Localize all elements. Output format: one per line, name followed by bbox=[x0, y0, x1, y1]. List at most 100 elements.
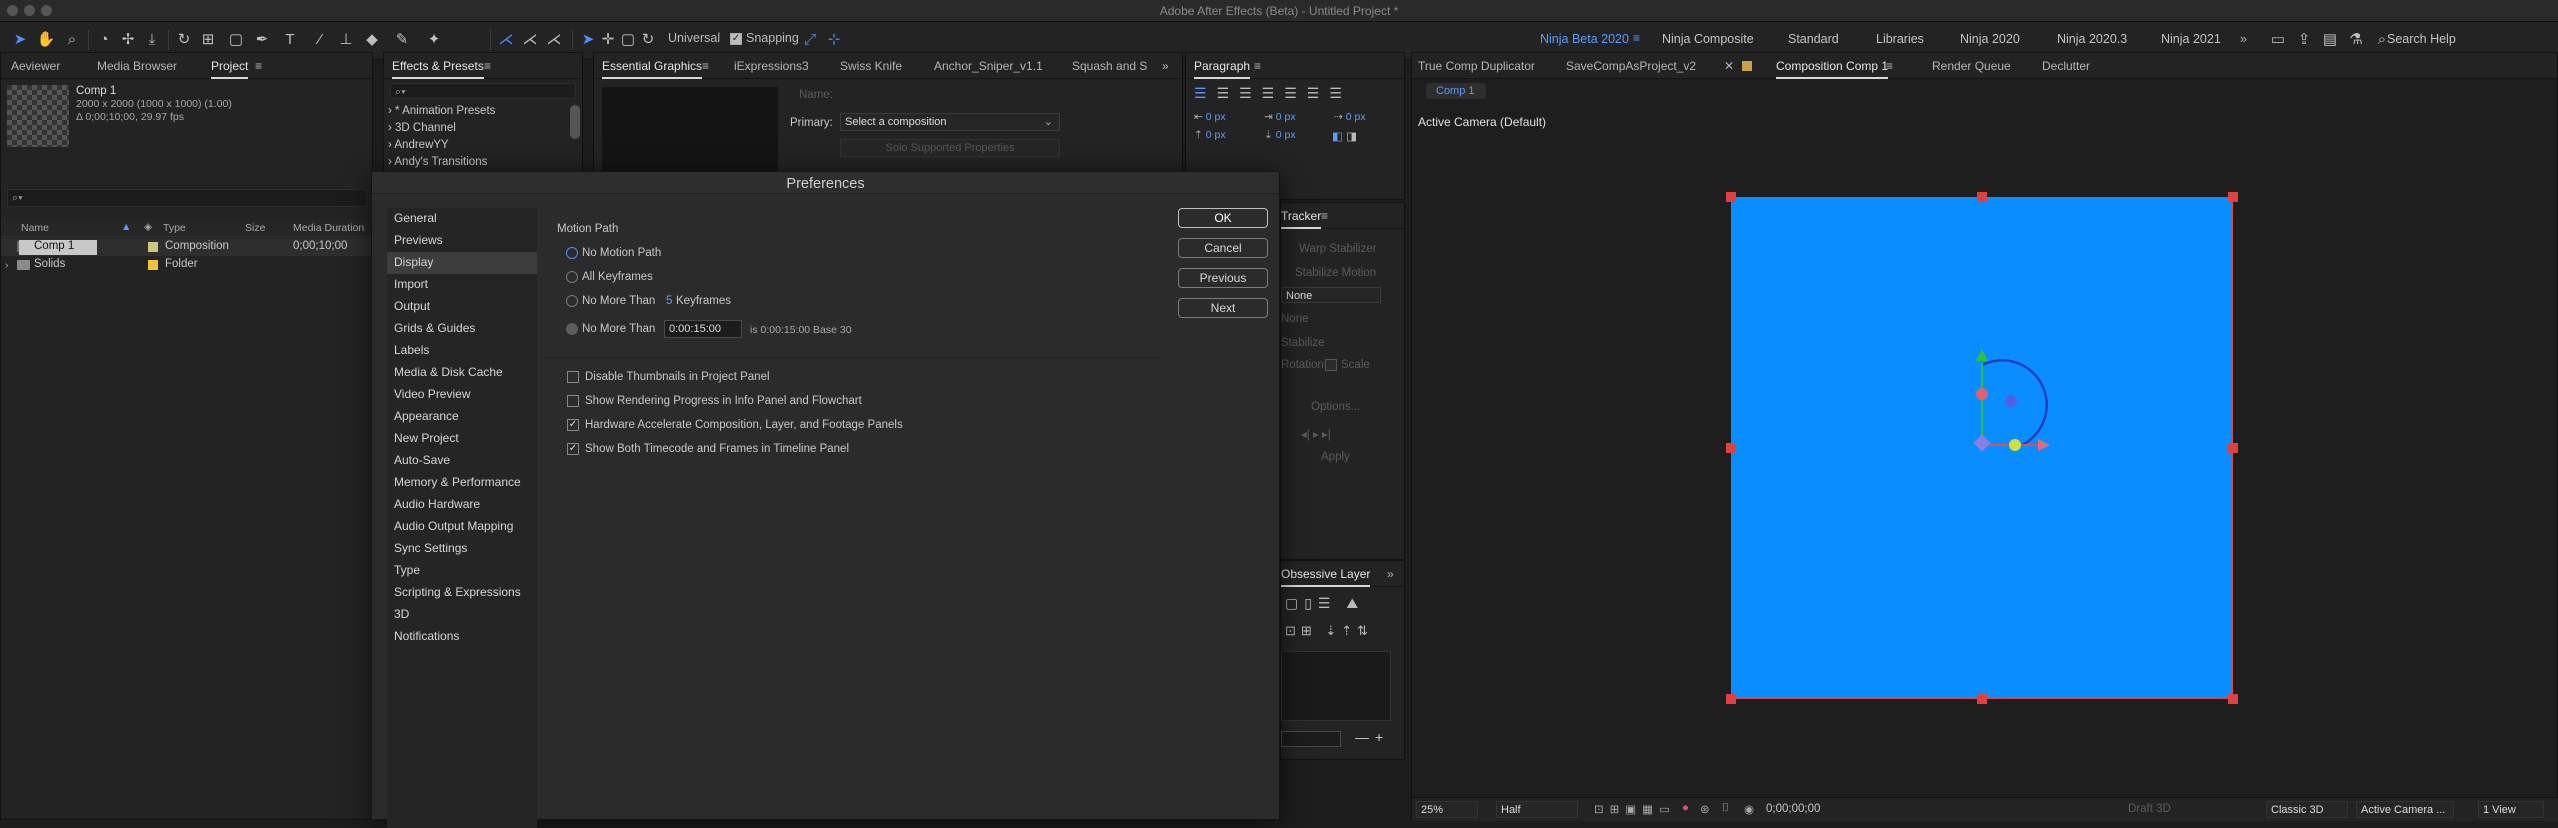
transform-handle[interactable] bbox=[1726, 694, 1736, 704]
workspace-ninja-beta-2020[interactable]: Ninja Beta 2020 bbox=[1540, 32, 1629, 46]
track-source-select[interactable]: None bbox=[1281, 287, 1381, 303]
remove-icon[interactable]: — bbox=[1355, 729, 1369, 745]
pen-tool-icon[interactable]: ✒ bbox=[252, 30, 272, 50]
scale-checkbox[interactable] bbox=[1325, 359, 1337, 371]
radio-no-more-than-time[interactable] bbox=[566, 323, 578, 335]
current-track-select[interactable]: None bbox=[1281, 313, 1309, 325]
obsessive-tools-row1[interactable]: ▢▯☰ ⛰ bbox=[1285, 595, 1364, 612]
tab-true-comp-duplicator[interactable]: True Comp Duplicator bbox=[1418, 59, 1535, 73]
snap-edges-icon[interactable]: ⤢ bbox=[800, 30, 820, 50]
paragraph-menu-icon[interactable]: ≡ bbox=[1254, 59, 1261, 73]
active-camera-select[interactable]: Active Camera ... bbox=[2356, 801, 2454, 818]
obsessive-layer-list[interactable] bbox=[1281, 651, 1391, 721]
category-video-preview[interactable]: Video Preview bbox=[387, 384, 537, 406]
tab-aeviewer[interactable]: Aeviewer bbox=[11, 59, 60, 73]
panel-overflow-icon[interactable]: » bbox=[1387, 567, 1394, 581]
cancel-button[interactable]: Cancel bbox=[1178, 238, 1268, 258]
essential-graphics-menu-icon[interactable]: ≡ bbox=[702, 59, 709, 73]
column-media-duration[interactable]: Media Duration bbox=[293, 222, 364, 234]
3d-axis-gizmo-icon[interactable] bbox=[1952, 333, 2062, 463]
zoom-tool-icon[interactable]: ⌕ bbox=[62, 30, 82, 50]
checkbox-hardware-accelerate[interactable]: ✓ bbox=[567, 419, 579, 431]
tab-render-queue[interactable]: Render Queue bbox=[1932, 59, 2011, 73]
indent-first-line-field[interactable]: ⇢ 0 px bbox=[1334, 111, 1366, 123]
workspace-menu-icon[interactable]: ≡ bbox=[1633, 31, 1640, 45]
category-notifications[interactable]: Notifications bbox=[387, 626, 537, 648]
tab-media-browser[interactable]: Media Browser bbox=[97, 59, 177, 73]
scrollbar[interactable] bbox=[570, 105, 580, 139]
workspace-ninja-2021[interactable]: Ninja 2021 bbox=[2161, 32, 2221, 46]
universal-move-icon[interactable]: ✛ bbox=[598, 30, 618, 50]
align-buttons[interactable]: ☰☰☰☰☰☰☰ bbox=[1194, 85, 1352, 102]
rectangle-tool-icon[interactable]: ▢ bbox=[226, 30, 246, 50]
project-panel-menu-icon[interactable]: ≡ bbox=[255, 59, 262, 73]
tab-obsessive-layer[interactable]: Obsessive Layer bbox=[1281, 567, 1371, 587]
tab-paragraph[interactable]: Paragraph bbox=[1194, 59, 1251, 79]
workspace-overflow-icon[interactable]: » bbox=[2240, 32, 2247, 46]
workspace-ninja-2020-3[interactable]: Ninja 2020.3 bbox=[2057, 32, 2127, 46]
category-grids-guides[interactable]: Grids & Guides bbox=[387, 318, 537, 340]
next-button[interactable]: Next bbox=[1178, 298, 1268, 318]
rotate-tool-icon[interactable]: ↻ bbox=[174, 30, 194, 50]
tab-anchor-sniper[interactable]: Anchor_Sniper_v1.1 bbox=[934, 59, 1043, 73]
space-after-field[interactable]: ⇣ 0 px bbox=[1264, 129, 1296, 141]
obsessive-input[interactable] bbox=[1281, 731, 1341, 747]
category-audio-output-mapping[interactable]: Audio Output Mapping bbox=[387, 516, 537, 538]
label-column-icon[interactable]: ◈ bbox=[144, 221, 152, 233]
transform-handle[interactable] bbox=[2228, 443, 2238, 453]
exposure-icon[interactable]: ⊛ bbox=[1700, 802, 1710, 816]
snapping-checkbox[interactable]: ✓ bbox=[730, 33, 742, 45]
workspace-libraries[interactable]: Libraries bbox=[1876, 32, 1924, 46]
workspace-ninja-composite[interactable]: Ninja Composite bbox=[1662, 32, 1754, 46]
category-3d[interactable]: 3D bbox=[387, 604, 537, 626]
list-item[interactable]: › * Animation Presets bbox=[388, 105, 495, 117]
anchor-point-tool-icon[interactable]: ⊞ bbox=[198, 30, 218, 50]
workspace-ninja-2020[interactable]: Ninja 2020 bbox=[1960, 32, 2020, 46]
checkbox-disable-thumbnails[interactable] bbox=[567, 371, 579, 383]
category-scripting-expressions[interactable]: Scripting & Expressions bbox=[387, 582, 537, 604]
category-appearance[interactable]: Appearance bbox=[387, 406, 537, 428]
category-auto-save[interactable]: Auto-Save bbox=[387, 450, 537, 472]
dolly-camera-icon[interactable]: ⤓ bbox=[142, 30, 162, 50]
stabilize-option[interactable]: Stabilize bbox=[1281, 337, 1324, 349]
disclosure-triangle-icon[interactable]: › bbox=[5, 259, 9, 271]
category-import[interactable]: Import bbox=[387, 274, 537, 296]
tab-essential-graphics[interactable]: Essential Graphics bbox=[602, 59, 703, 79]
column-size[interactable]: Size bbox=[245, 222, 265, 234]
screen-icon[interactable]: ▭ bbox=[2268, 30, 2288, 50]
search-help-field[interactable]: Search Help bbox=[2387, 32, 2456, 46]
category-media-disk-cache[interactable]: Media & Disk Cache bbox=[387, 362, 537, 384]
space-before-field[interactable]: ⇡ 0 px bbox=[1194, 129, 1226, 141]
category-memory-performance[interactable]: Memory & Performance bbox=[387, 472, 537, 494]
tab-project[interactable]: Project bbox=[211, 59, 249, 79]
view-options-icons[interactable]: ⊡⊞▣▦▭ bbox=[1594, 802, 1676, 816]
tab-save-comp-as-project[interactable]: SaveCompAsProject_v2 bbox=[1566, 59, 1696, 73]
label-color-swatch[interactable] bbox=[148, 242, 158, 252]
radio-all-keyframes[interactable] bbox=[566, 271, 578, 283]
rotation-option[interactable]: Rotation bbox=[1281, 359, 1324, 371]
transform-handle[interactable] bbox=[2228, 694, 2238, 704]
view-axis-mode-icon[interactable]: ⋌ bbox=[544, 30, 564, 50]
universal-rotate-icon[interactable]: ↻ bbox=[638, 30, 658, 50]
tracker-menu-icon[interactable]: ≡ bbox=[1321, 209, 1328, 223]
analyze-buttons[interactable]: ◂| ▸ ▸| bbox=[1301, 427, 1331, 441]
composition-menu-icon[interactable]: ≡ bbox=[1886, 59, 1893, 73]
checkbox-show-rendering-progress[interactable] bbox=[567, 395, 579, 407]
category-previews[interactable]: Previews bbox=[387, 230, 537, 252]
category-new-project[interactable]: New Project bbox=[387, 428, 537, 450]
roto-brush-tool-icon[interactable]: ✎ bbox=[392, 30, 412, 50]
indent-right-field[interactable]: ⇥ 0 px bbox=[1264, 111, 1296, 123]
share-icon[interactable]: ⇪ bbox=[2294, 30, 2314, 50]
category-audio-hardware[interactable]: Audio Hardware bbox=[387, 494, 537, 516]
transform-handle[interactable] bbox=[1726, 192, 1736, 202]
text-direction-icon[interactable]: ◧ ◨ bbox=[1332, 129, 1357, 143]
tab-composition-comp-1[interactable]: Composition Comp 1 bbox=[1776, 59, 1889, 79]
category-general[interactable]: General bbox=[387, 208, 537, 230]
type-tool-icon[interactable]: T bbox=[280, 30, 300, 50]
tab-declutter[interactable]: Declutter bbox=[2042, 59, 2090, 73]
table-row[interactable]: › Solids Folder bbox=[1, 256, 374, 274]
panel-overflow-icon[interactable]: » bbox=[1162, 59, 1169, 73]
transform-handle[interactable] bbox=[1977, 694, 1987, 704]
tab-iexpressions3[interactable]: iExpressions3 bbox=[734, 59, 809, 73]
zoom-select[interactable]: 25% bbox=[1416, 801, 1478, 818]
